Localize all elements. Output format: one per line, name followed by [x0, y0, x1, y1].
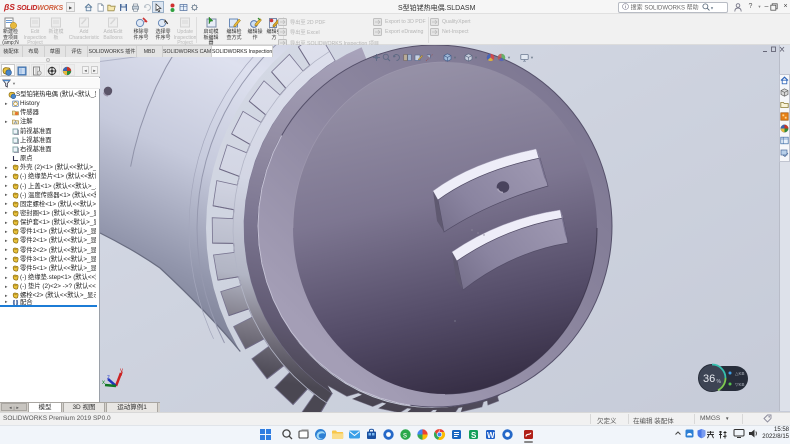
svg-text:▽KB: ▽KB: [735, 382, 744, 387]
svg-text:x: x: [102, 380, 105, 386]
svg-text:S: S: [471, 431, 477, 440]
svg-text:z: z: [107, 375, 110, 381]
svg-text:y: y: [120, 368, 123, 374]
svg-text:A: A: [14, 120, 17, 125]
svg-text:36: 36: [703, 373, 715, 385]
svg-text:W: W: [487, 431, 495, 440]
svg-text:s: s: [403, 431, 407, 440]
svg-text:△KB: △KB: [735, 371, 744, 376]
svg-text:%: %: [717, 379, 722, 385]
